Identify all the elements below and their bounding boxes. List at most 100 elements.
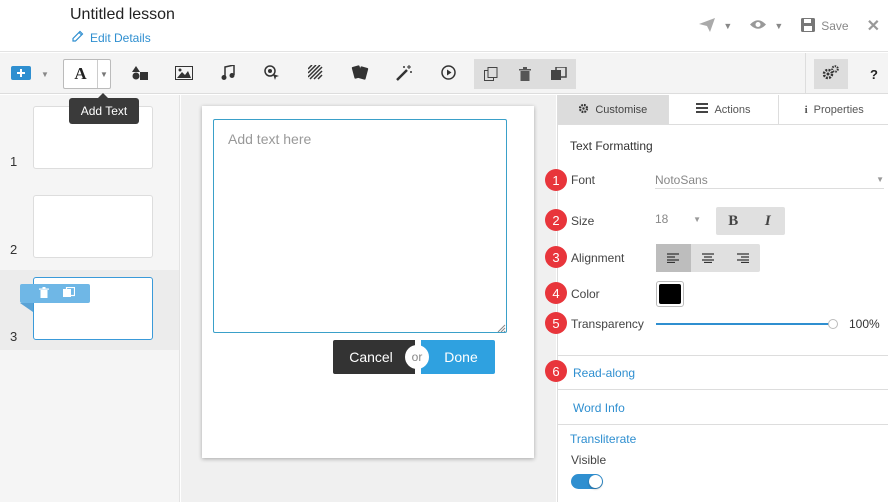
- preview-button[interactable]: ▼: [750, 19, 783, 33]
- chevron-down-icon: ▼: [693, 214, 701, 224]
- music-icon: [221, 64, 235, 83]
- share-button[interactable]: ▼: [699, 17, 733, 35]
- bold-button[interactable]: B: [716, 207, 751, 235]
- align-left-icon: [667, 253, 680, 263]
- read-along-link[interactable]: Read-along: [573, 366, 635, 380]
- add-slide-icon: [11, 65, 31, 83]
- copy-button[interactable]: [474, 59, 508, 89]
- transparency-value: 100%: [849, 317, 880, 331]
- divider: [558, 424, 888, 425]
- tab-label: Properties: [813, 103, 864, 116]
- edit-details-link[interactable]: Edit Details: [72, 30, 151, 45]
- annotation-badge: 2: [545, 209, 567, 231]
- transliterate-link[interactable]: Transliterate: [570, 432, 636, 446]
- slide-thumbnail[interactable]: [33, 195, 153, 258]
- add-text-button[interactable]: A ▼: [63, 59, 111, 89]
- toggle-knob: [589, 475, 602, 488]
- slide-duplicate-button[interactable]: [63, 286, 76, 301]
- copy-icon: [484, 67, 498, 81]
- size-select[interactable]: 18 ▼: [655, 210, 701, 228]
- divider: [558, 355, 888, 356]
- hotspot-button[interactable]: [260, 59, 284, 89]
- toolbar: ▼ A ▼ ?: [0, 53, 888, 94]
- slides-panel: 1 2 3: [0, 95, 180, 502]
- duplicate-button[interactable]: [542, 59, 576, 89]
- align-center-icon: [702, 253, 714, 263]
- text-style-group: B I: [716, 207, 785, 235]
- play-icon: [440, 65, 456, 83]
- add-slide-dropdown[interactable]: ▼: [38, 59, 52, 89]
- tab-customise[interactable]: Customise: [558, 95, 669, 124]
- shapes-button[interactable]: [128, 59, 152, 89]
- chevron-down-icon: ▼: [723, 21, 733, 31]
- word-info-link[interactable]: Word Info: [573, 401, 625, 415]
- tab-properties[interactable]: i Properties: [779, 95, 888, 124]
- cancel-button[interactable]: Cancel: [333, 340, 415, 374]
- edit-details-label: Edit Details: [90, 30, 151, 45]
- font-value: NotoSans: [655, 172, 708, 187]
- visible-toggle[interactable]: [571, 474, 603, 489]
- header: Untitled lesson Edit Details ▼ ▼ Save ✕: [0, 0, 888, 52]
- align-center-button[interactable]: [691, 244, 726, 272]
- cards-icon: [351, 64, 369, 84]
- font-select[interactable]: NotoSans ▼: [655, 171, 884, 189]
- alignment-label: Alignment: [571, 251, 625, 265]
- visible-label: Visible: [571, 453, 607, 467]
- chevron-down-icon: ▼: [774, 21, 784, 31]
- settings-button[interactable]: [814, 59, 848, 89]
- transparency-label: Transparency: [571, 317, 644, 331]
- texture-button[interactable]: [304, 59, 328, 89]
- delete-button[interactable]: [508, 59, 542, 89]
- text-input[interactable]: [213, 119, 507, 333]
- close-icon[interactable]: ✕: [867, 16, 880, 36]
- italic-button[interactable]: I: [751, 207, 786, 235]
- alignment-group: [656, 244, 760, 272]
- magic-button[interactable]: [392, 59, 416, 89]
- tab-label: Actions: [714, 103, 751, 116]
- lesson-title[interactable]: Untitled lesson: [70, 6, 175, 24]
- play-button[interactable]: [436, 59, 460, 89]
- transparency-slider-handle[interactable]: [828, 319, 838, 329]
- info-icon: i: [804, 103, 808, 116]
- text-icon: A: [64, 60, 98, 88]
- audio-button[interactable]: [216, 59, 240, 89]
- align-left-button[interactable]: [656, 244, 691, 272]
- panel-tabs: Customise Actions i Properties: [558, 95, 888, 125]
- slide-delete-button[interactable]: [39, 286, 49, 301]
- send-icon: [699, 17, 716, 35]
- align-right-button[interactable]: [725, 244, 760, 272]
- annotation-badge: 4: [545, 282, 567, 304]
- annotation-badge: 3: [545, 246, 567, 268]
- magic-wand-icon: [396, 64, 412, 84]
- color-swatch[interactable]: [656, 281, 684, 307]
- shapes-icon: [132, 65, 148, 83]
- slide-number: 2: [10, 242, 18, 257]
- chevron-down-icon: ▼: [100, 69, 108, 79]
- font-label: Font: [571, 173, 596, 187]
- image-button[interactable]: [172, 59, 196, 89]
- divider: [558, 389, 888, 390]
- color-label: Color: [571, 287, 600, 301]
- add-text-tooltip: Add Text: [69, 93, 139, 124]
- canvas-area: Cancel or Done: [181, 95, 556, 502]
- slide-number: 1: [10, 154, 18, 169]
- slide-page[interactable]: Cancel or Done: [202, 106, 534, 458]
- eye-icon: [750, 19, 767, 33]
- gear-icon: [578, 103, 589, 117]
- slide-row-active: 3: [0, 270, 179, 350]
- element-actions-group: [474, 59, 576, 89]
- slide-row: 2: [0, 183, 179, 263]
- transparency-slider-track[interactable]: [656, 323, 834, 325]
- annotation-badge: 6: [545, 360, 567, 382]
- chevron-down-icon: ▼: [876, 175, 884, 184]
- list-icon: [696, 103, 709, 116]
- add-slide-button[interactable]: [10, 59, 32, 89]
- done-button[interactable]: Done: [421, 340, 495, 374]
- trash-icon: [39, 286, 49, 298]
- cards-button[interactable]: [348, 59, 372, 89]
- save-button[interactable]: Save: [801, 17, 849, 35]
- help-button[interactable]: ?: [866, 59, 882, 89]
- resize-handle-icon[interactable]: [496, 322, 506, 333]
- trash-icon: [519, 67, 531, 81]
- tab-actions[interactable]: Actions: [668, 95, 780, 124]
